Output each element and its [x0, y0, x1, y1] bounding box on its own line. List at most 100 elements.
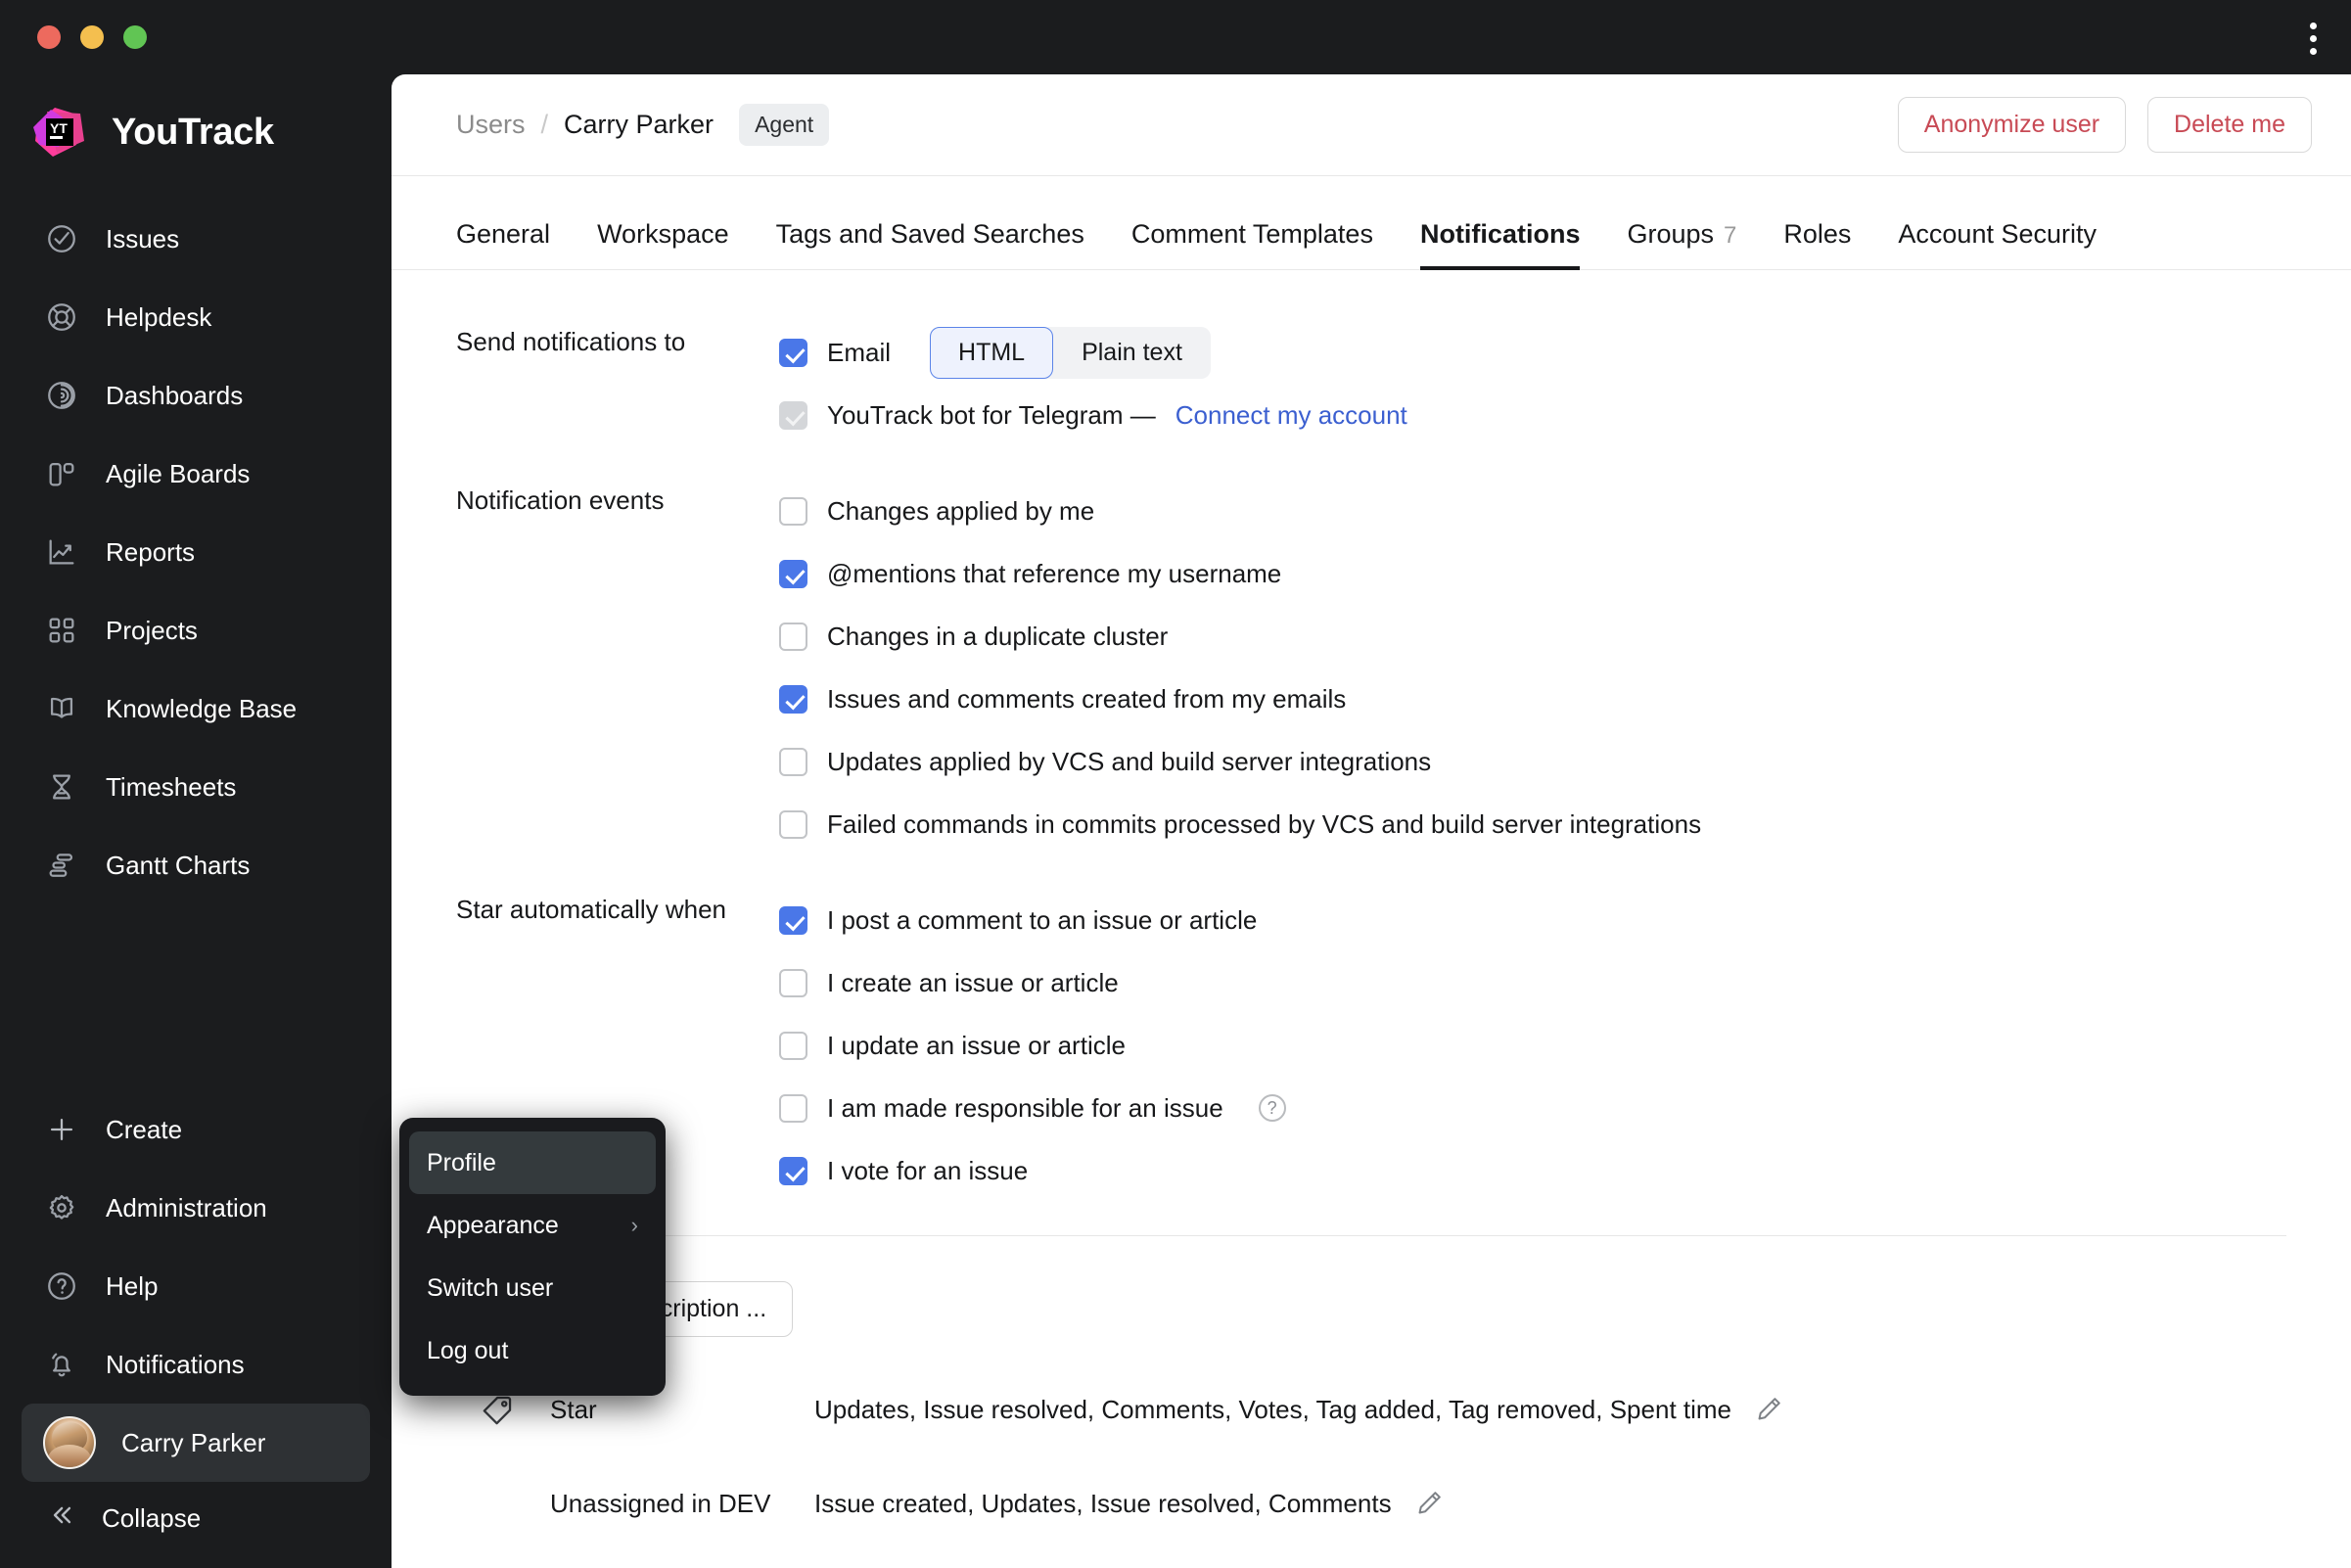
event-label: @mentions that reference my username	[827, 558, 1282, 588]
header-actions: Anonymize user Delete me	[1897, 97, 2312, 153]
sidebar-item-issues[interactable]: Issues	[22, 200, 370, 278]
sidebar-item-label: Administration	[106, 1192, 267, 1222]
star-rule-label: I am made responsible for an issue	[827, 1092, 1223, 1123]
send-notifications-section: Send notifications to Email HTML Plain t…	[456, 321, 2286, 446]
sidebar-item-label: Create	[106, 1114, 183, 1144]
telegram-checkbox[interactable]	[779, 400, 807, 430]
star-update-issue-checkbox[interactable]	[779, 1031, 807, 1060]
grid-squares-icon	[43, 612, 80, 649]
more-options-icon[interactable]	[2296, 22, 2329, 55]
context-menu-item-label: Switch user	[427, 1273, 554, 1302]
notification-event-row: Issues and comments created from my emai…	[779, 668, 2286, 730]
star-rule-row: I vote for an issue	[779, 1139, 2286, 1202]
subscription-row: Star Updates, Issue resolved, Comments, …	[456, 1362, 2286, 1456]
event-mentions-checkbox[interactable]	[779, 559, 807, 588]
zoom-window-button[interactable]	[123, 25, 147, 49]
event-duplicate-cluster-checkbox[interactable]	[779, 622, 807, 651]
sidebar-item-create[interactable]: Create	[22, 1090, 370, 1169]
page-title: Carry Parker	[564, 110, 715, 139]
sidebar-item-projects[interactable]: Projects	[22, 591, 370, 669]
context-menu-item-log-out[interactable]: Log out	[409, 1319, 656, 1382]
email-checkbox[interactable]	[779, 338, 807, 367]
subscription-row: Unassigned in DEV Issue created, Updates…	[456, 1456, 2286, 1550]
star-post-comment-checkbox[interactable]	[779, 905, 807, 935]
breadcrumb: Users / Carry Parker Agent	[456, 104, 830, 146]
sidebar-item-gantt-charts[interactable]: Gantt Charts	[22, 826, 370, 904]
check-circle-icon	[43, 220, 80, 257]
notifications-settings-panel: Send notifications to Email HTML Plain t…	[392, 270, 2351, 1568]
notification-event-row: Changes in a duplicate cluster	[779, 605, 2286, 668]
sidebar-item-label: Reports	[106, 536, 196, 567]
tab-label: Tags and Saved Searches	[775, 219, 1084, 249]
sidebar-item-timesheets[interactable]: Timesheets	[22, 748, 370, 826]
sidebar-item-reports[interactable]: Reports	[22, 513, 370, 591]
minimize-window-button[interactable]	[80, 25, 104, 49]
sidebar-item-label: Knowledge Base	[106, 693, 298, 723]
email-label: Email	[827, 337, 892, 367]
notification-event-row: Failed commands in commits processed by …	[779, 793, 2286, 855]
sidebar-item-help[interactable]: Help	[22, 1247, 370, 1325]
pencil-icon[interactable]	[1753, 1394, 1784, 1425]
sidebar-item-helpdesk[interactable]: Helpdesk	[22, 278, 370, 356]
tab-workspace[interactable]: Workspace	[574, 219, 753, 269]
sidebar-item-user-profile[interactable]: Carry Parker	[22, 1404, 370, 1482]
brand-logo-block[interactable]: YT YouTrack	[0, 74, 392, 200]
sidebar-item-label: Help	[106, 1270, 159, 1301]
star-create-issue-checkbox[interactable]	[779, 968, 807, 997]
subscription-name: Star	[550, 1394, 597, 1424]
context-menu-item-switch-user[interactable]: Switch user	[409, 1257, 656, 1319]
context-menu-item-appearance[interactable]: Appearance ›	[409, 1194, 656, 1257]
close-window-button[interactable]	[37, 25, 61, 49]
format-html-button[interactable]: HTML	[930, 326, 1054, 379]
board-columns-icon	[43, 455, 80, 492]
tab-notifications[interactable]: Notifications	[1397, 219, 1604, 270]
subscription-events-text: Updates, Issue resolved, Comments, Votes…	[814, 1394, 1732, 1424]
anonymize-user-button[interactable]: Anonymize user	[1897, 97, 2127, 153]
question-circle-icon[interactable]: ?	[1258, 1094, 1286, 1122]
sidebar-collapse-button[interactable]: Collapse	[22, 1482, 370, 1554]
sidebar-item-notifications[interactable]: Notifications	[22, 1325, 370, 1404]
question-circle-icon	[43, 1268, 80, 1305]
delete-me-button[interactable]: Delete me	[2147, 97, 2312, 153]
breadcrumb-users-link[interactable]: Users	[456, 110, 526, 140]
notification-event-row: Updates applied by VCS and build server …	[779, 730, 2286, 793]
send-notifications-label: Send notifications to	[456, 327, 686, 356]
event-label: Issues and comments created from my emai…	[827, 683, 1347, 714]
telegram-option-row: YouTrack bot for Telegram — Connect my a…	[779, 384, 2286, 446]
lifebuoy-icon	[43, 299, 80, 336]
sidebar-item-label: Agile Boards	[106, 458, 251, 488]
context-menu-item-profile[interactable]: Profile	[409, 1131, 656, 1194]
format-plain-text-button[interactable]: Plain text	[1053, 327, 1211, 379]
tab-label: General	[456, 219, 551, 249]
kebab-dot-3	[2309, 47, 2317, 55]
svg-text:YT: YT	[50, 120, 68, 136]
subscription-events-text: Issue created, Updates, Issue resolved, …	[814, 1488, 1392, 1518]
tab-general[interactable]: General	[456, 219, 574, 269]
tab-bar: General Workspace Tags and Saved Searche…	[392, 176, 2351, 270]
event-changes-applied-by-me-checkbox[interactable]	[779, 496, 807, 526]
event-issues-from-emails-checkbox[interactable]	[779, 684, 807, 714]
tab-tags-and-saved-searches[interactable]: Tags and Saved Searches	[753, 219, 1108, 269]
notification-events-section: Notification events Changes applied by m…	[456, 480, 2286, 855]
sidebar-user-label: Carry Parker	[121, 1427, 266, 1457]
star-made-responsible-checkbox[interactable]	[779, 1093, 807, 1123]
sidebar-item-knowledge-base[interactable]: Knowledge Base	[22, 669, 370, 748]
event-failed-commands-checkbox[interactable]	[779, 809, 807, 839]
event-vcs-updates-checkbox[interactable]	[779, 747, 807, 776]
tab-label: Roles	[1783, 219, 1852, 249]
tab-groups[interactable]: Groups 7	[1603, 219, 1760, 269]
page-header: Users / Carry Parker Agent Anonymize use…	[392, 74, 2351, 176]
tab-roles[interactable]: Roles	[1760, 219, 1874, 269]
pencil-icon[interactable]	[1413, 1488, 1445, 1519]
kebab-dot-2	[2309, 34, 2317, 42]
sidebar-item-agile-boards[interactable]: Agile Boards	[22, 435, 370, 513]
star-rule-label: I post a comment to an issue or article	[827, 904, 1258, 935]
star-vote-issue-checkbox[interactable]	[779, 1156, 807, 1185]
connect-my-account-link[interactable]: Connect my account	[1176, 400, 1407, 431]
tag-icon	[482, 1393, 527, 1426]
tab-comment-templates[interactable]: Comment Templates	[1108, 219, 1397, 269]
sidebar-item-administration[interactable]: Administration	[22, 1169, 370, 1247]
email-option-row: Email HTML Plain text	[779, 321, 2286, 384]
sidebar-item-dashboards[interactable]: Dashboards	[22, 356, 370, 435]
tab-account-security[interactable]: Account Security	[1874, 219, 2120, 269]
